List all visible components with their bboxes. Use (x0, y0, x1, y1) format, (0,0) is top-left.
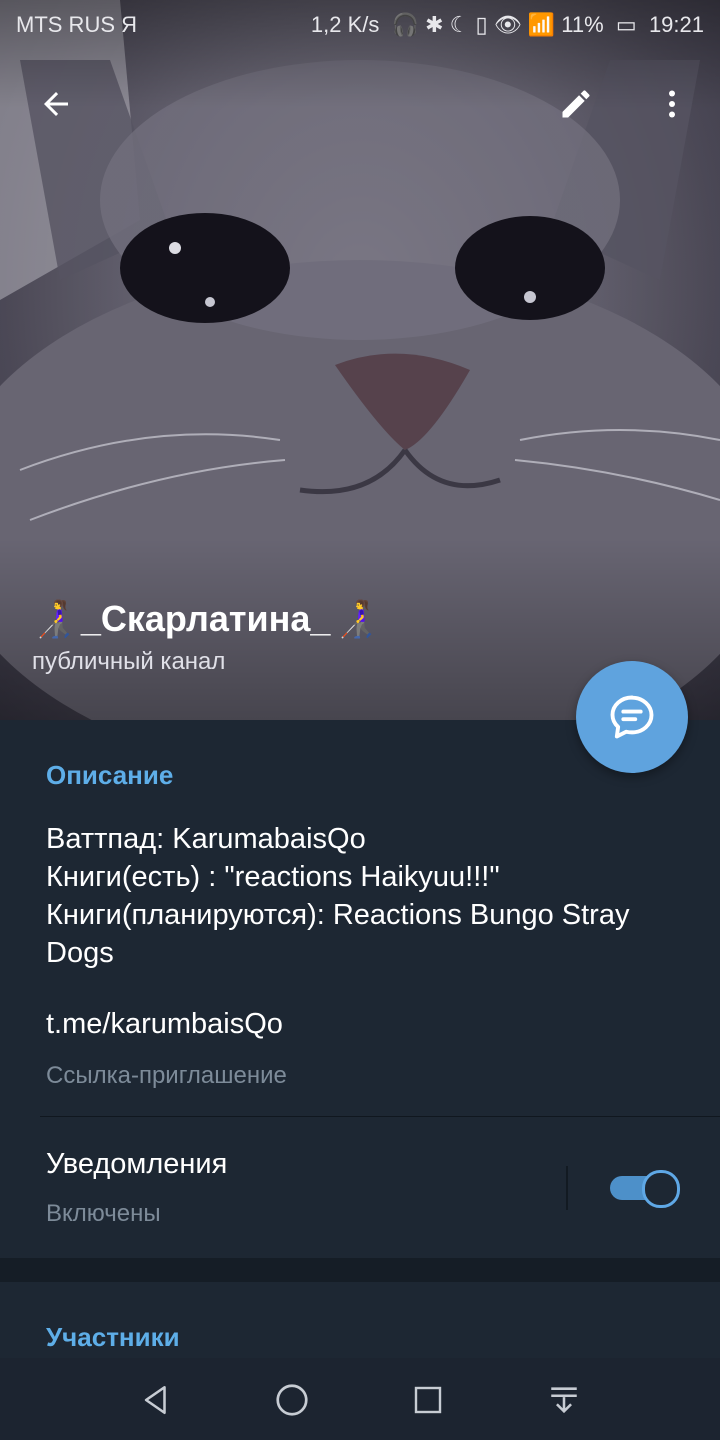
chat-bubble-icon (610, 695, 654, 739)
nav-recents-button[interactable] (404, 1376, 452, 1424)
message-fab-button[interactable] (576, 661, 688, 773)
nav-notifications-button[interactable] (540, 1376, 588, 1424)
notifications-status: Включены (46, 1200, 161, 1227)
description-text: Ваттпад: KarumabaisQo Книги(есть) : "rea… (46, 823, 630, 969)
channel-header: 👩‍🦯 _Скарлатина_ 👩‍🦯 публичный канал (32, 598, 379, 676)
section-gap (0, 1258, 720, 1282)
notifications-toggle[interactable] (610, 1170, 680, 1208)
system-nav-bar (0, 1358, 720, 1440)
pencil-icon (562, 90, 590, 118)
emoji-left: 👩‍🦯 (32, 598, 77, 639)
clock: 19:21 (648, 12, 704, 37)
more-options-button[interactable] (646, 78, 698, 130)
square-recents-icon (414, 1386, 442, 1414)
notifications-label[interactable]: Уведомления (46, 1148, 227, 1181)
description-section-title: Описание (46, 760, 174, 790)
channel-name: _Скарлатина_ (80, 598, 331, 639)
emoji-right: 👩‍🦯 (334, 598, 380, 639)
battery-icon: ▭ (609, 12, 643, 37)
arrow-left-icon (44, 92, 68, 116)
battery-level: 11% (561, 12, 604, 37)
channel-type: публичный канал (32, 648, 226, 675)
back-button[interactable] (30, 78, 82, 130)
status-right: 1,2 K/s 🎧 ✱ ☾ ▯ 👁 📶 11% ▭ 19:21 (311, 12, 704, 38)
edit-button[interactable] (550, 78, 602, 130)
network-speed: 1,2 K/s (310, 12, 380, 37)
invite-link-caption: Ссылка-приглашение (46, 1062, 287, 1089)
channel-title: 👩‍🦯 _Скарлатина_ 👩‍🦯 (32, 598, 379, 640)
vertical-separator (566, 1166, 568, 1210)
nav-home-button[interactable] (268, 1376, 316, 1424)
invite-link[interactable]: t.me/karumbaisQo (46, 1008, 283, 1041)
pull-down-icon (551, 1387, 577, 1414)
carrier-label: MTS RUS Я (16, 12, 137, 37)
status-icons: 🎧 ✱ ☾ ▯ 👁 📶 (385, 12, 562, 37)
more-vert-icon (669, 90, 675, 118)
circle-home-icon (276, 1384, 308, 1416)
status-bar: MTS RUS Я 1,2 K/s 🎧 ✱ ☾ ▯ 👁 📶 11% ▭ 19:2… (0, 0, 720, 48)
members-section-title: Участники (46, 1322, 180, 1352)
nav-back-button[interactable] (132, 1376, 180, 1424)
triangle-back-icon (144, 1385, 166, 1415)
toggle-thumb (642, 1170, 680, 1208)
divider (40, 1116, 720, 1117)
